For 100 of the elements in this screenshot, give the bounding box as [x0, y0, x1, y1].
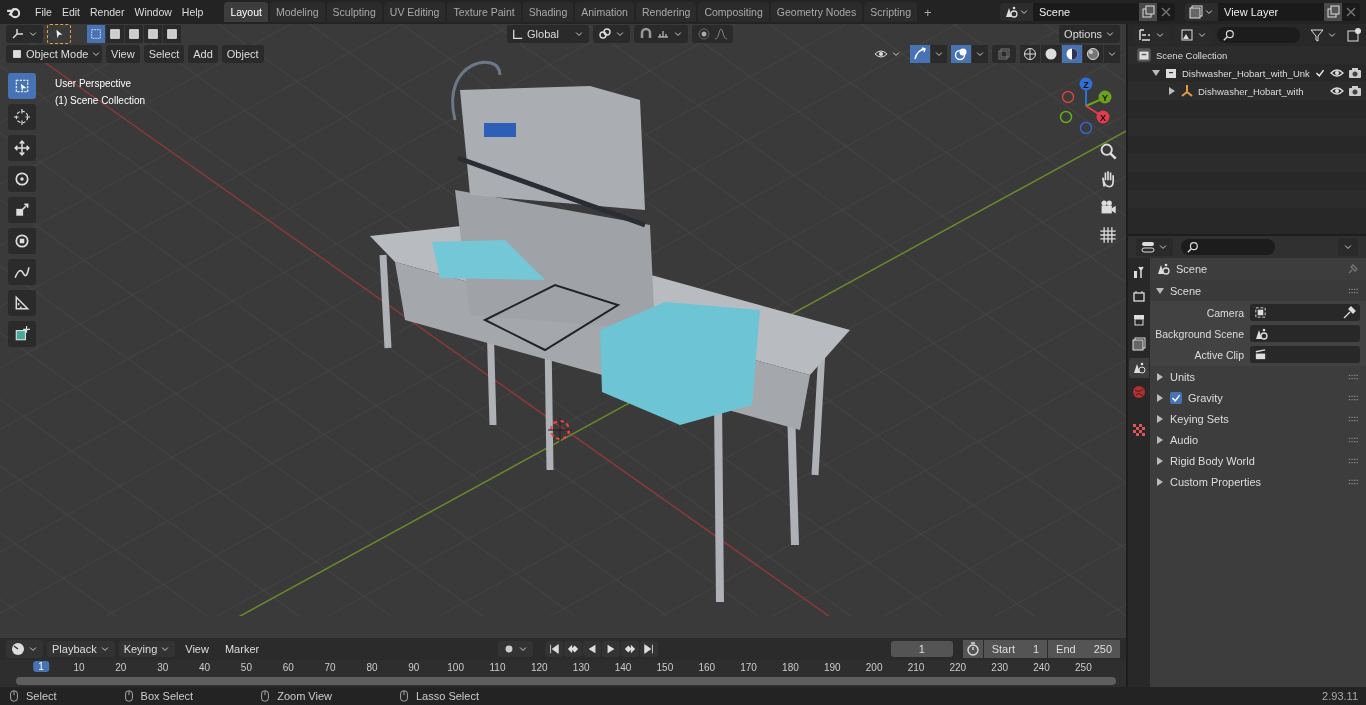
- workspace-tab[interactable]: Shading: [522, 2, 574, 22]
- panel-header[interactable]: Audio: [1170, 433, 1199, 446]
- selection-mode-button[interactable]: [144, 25, 162, 43]
- gizmo-dropdown[interactable]: [931, 45, 947, 63]
- menu-item[interactable]: Window: [129, 3, 177, 21]
- eyedropper-icon[interactable]: [1342, 305, 1356, 320]
- workspace-tab[interactable]: Geometry Nodes: [770, 2, 863, 22]
- header-menu[interactable]: Add: [188, 45, 218, 63]
- mode-dropdown[interactable]: Object Mode: [6, 45, 102, 63]
- add-workspace-button[interactable]: +: [919, 2, 937, 22]
- editor-type-button[interactable]: [6, 25, 43, 43]
- overlay-toggle[interactable]: [951, 45, 971, 63]
- exclude-checkbox[interactable]: [1314, 67, 1326, 79]
- disclosure-triangle-icon[interactable]: [1156, 435, 1164, 444]
- panel-header[interactable]: Scene: [1170, 284, 1202, 297]
- eye-icon[interactable]: [1330, 84, 1344, 98]
- pivot-point-dropdown[interactable]: [593, 25, 631, 43]
- selection-mode-button[interactable]: [106, 25, 124, 43]
- snap-dropdown[interactable]: [634, 25, 689, 43]
- timeline-menu[interactable]: Marker: [218, 641, 266, 657]
- copy-icon[interactable]: [1141, 5, 1155, 19]
- shading-mode-button[interactable]: [1041, 45, 1061, 63]
- options-dropdown[interactable]: [1338, 238, 1358, 256]
- workspace-tab[interactable]: Texture Paint: [447, 2, 521, 22]
- scene-selector[interactable]: Scene: [1000, 3, 1175, 21]
- search-field[interactable]: [1217, 27, 1300, 43]
- disclosure-triangle-icon[interactable]: [1156, 393, 1164, 402]
- view-layer-tab[interactable]: [1129, 334, 1149, 354]
- shading-mode-button[interactable]: [1083, 45, 1103, 63]
- tool-button[interactable]: [8, 290, 36, 316]
- panel-header[interactable]: Custom Properties: [1170, 475, 1262, 488]
- disclosure-triangle-icon[interactable]: [1156, 372, 1164, 381]
- current-frame-field[interactable]: 1: [890, 641, 953, 657]
- panel-header[interactable]: Keying Sets: [1170, 412, 1229, 425]
- eye-icon[interactable]: [1330, 66, 1344, 80]
- header-menu[interactable]: Object: [221, 45, 264, 63]
- transform-orientation-dropdown[interactable]: Global: [507, 25, 590, 43]
- disclosure-triangle-icon[interactable]: [1156, 286, 1164, 295]
- menu-item[interactable]: Help: [176, 3, 209, 21]
- xray-toggle[interactable]: [992, 45, 1016, 63]
- outliner-item[interactable]: Dishwasher_Hobart_with_Unk: [1182, 67, 1310, 79]
- property-field[interactable]: [1250, 325, 1360, 342]
- panel-header[interactable]: Rigid Body World: [1170, 454, 1255, 467]
- workspace-tab[interactable]: Rendering: [635, 2, 697, 22]
- close-icon[interactable]: [1344, 5, 1358, 19]
- property-field[interactable]: [1250, 304, 1360, 321]
- gizmo-toggle[interactable]: [910, 45, 930, 63]
- timeline-dropdown[interactable]: Playback: [47, 641, 115, 657]
- jump-start-button[interactable]: [544, 641, 563, 657]
- panel-header[interactable]: Gravity: [1188, 391, 1223, 404]
- camera-icon[interactable]: [1348, 84, 1362, 98]
- disclosure-triangle-icon[interactable]: [1168, 87, 1176, 95]
- panel-header[interactable]: Units: [1170, 370, 1196, 383]
- play-reverse-button[interactable]: [582, 641, 601, 657]
- selection-mode-button[interactable]: [125, 25, 143, 43]
- copy-icon[interactable]: [1326, 5, 1340, 19]
- new-collection-icon[interactable]: [1347, 28, 1361, 42]
- disclosure-triangle-icon[interactable]: [1156, 414, 1164, 423]
- next-keyframe-button[interactable]: [620, 641, 639, 657]
- scene-tab[interactable]: [1129, 358, 1149, 378]
- shading-mode-button[interactable]: [1062, 45, 1082, 63]
- property-field[interactable]: [1250, 346, 1360, 363]
- menu-item[interactable]: Edit: [56, 3, 85, 21]
- search-field[interactable]: [1181, 239, 1275, 255]
- close-icon[interactable]: [1159, 5, 1173, 19]
- tool-button[interactable]: [8, 197, 36, 223]
- play-button[interactable]: [601, 641, 620, 657]
- camera-icon[interactable]: [1348, 66, 1362, 80]
- navigation-gizmo[interactable]: Z Y X: [1059, 77, 1112, 135]
- tool-button[interactable]: [8, 135, 36, 161]
- header-menu[interactable]: View: [106, 45, 140, 63]
- shading-mode-button[interactable]: [1020, 45, 1040, 63]
- tool-button[interactable]: [8, 321, 36, 347]
- timeline-menu[interactable]: View: [179, 641, 215, 657]
- tool-button[interactable]: [8, 228, 36, 254]
- disclosure-triangle-icon[interactable]: [1156, 477, 1164, 486]
- workspace-tab[interactable]: Scripting: [864, 2, 917, 22]
- workspace-tab[interactable]: Sculpting: [326, 2, 382, 22]
- workspace-tab[interactable]: Animation: [575, 2, 634, 22]
- editor-type-button[interactable]: [6, 640, 43, 658]
- workspace-tab[interactable]: Modeling: [269, 2, 325, 22]
- timeline-scrollbar[interactable]: [16, 677, 1116, 685]
- pin-icon[interactable]: [1346, 262, 1360, 276]
- editor-type-button[interactable]: [1136, 238, 1173, 256]
- options-dropdown[interactable]: Options: [1059, 25, 1120, 43]
- view-layer-selector[interactable]: View Layer: [1185, 3, 1360, 21]
- menu-item[interactable]: File: [30, 3, 57, 21]
- jump-end-button[interactable]: [639, 641, 658, 657]
- start-frame-field[interactable]: Start 1: [983, 640, 1048, 658]
- menu-item[interactable]: Render: [85, 3, 130, 21]
- disclosure-triangle-icon[interactable]: [1152, 69, 1160, 77]
- disclosure-triangle-icon[interactable]: [1156, 456, 1164, 465]
- panel-checkbox[interactable]: [1170, 391, 1182, 404]
- timeline-dropdown[interactable]: Keying: [118, 641, 176, 657]
- record-button[interactable]: [497, 641, 533, 657]
- workspace-tab[interactable]: UV Editing: [383, 2, 446, 22]
- workspace-tab[interactable]: Compositing: [698, 2, 769, 22]
- end-frame-field[interactable]: End 250: [1048, 640, 1120, 658]
- stopwatch-button[interactable]: [962, 640, 983, 658]
- previous-keyframe-button[interactable]: [563, 641, 582, 657]
